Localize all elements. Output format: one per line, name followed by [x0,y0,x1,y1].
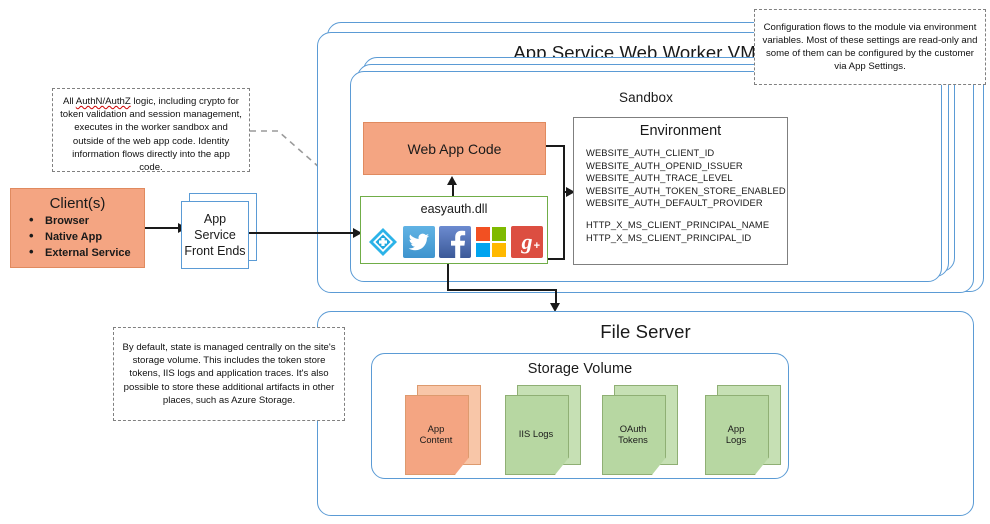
env-var: WEBSITE_AUTH_OPENID_ISSUER [586,159,743,171]
arrow-client-to-frontends-line [145,227,180,229]
artifact-iis-logs: IIS Logs [505,385,585,477]
callout-state: By default, state is managed centrally o… [113,327,345,421]
env-spacer [574,210,787,219]
callout-state-text: By default, state is managed centrally o… [122,341,336,406]
front-ends-box: App Service Front Ends [181,201,249,269]
line-to-fileserver [447,289,557,291]
azure-active-directory-icon [367,226,399,258]
doc-label: OAuth Tokens [602,395,664,473]
callout-auth-logic-rest: logic, including crypto for token valida… [60,96,242,174]
facebook-icon [439,226,471,258]
doc-label: IIS Logs [505,395,567,473]
doc-label-line2: Tokens [618,434,648,445]
client-list: Browser Native App External Service [15,212,140,261]
file-server-title: File Server [600,321,691,342]
line-easyauth-up [563,192,565,260]
callout-auth-logic: All AuthN/AuthZ logic, including crypto … [52,88,250,174]
env-var: WEBSITE_AUTH_DEFAULT_PROVIDER [586,197,763,209]
env-var: HTTP_X_MS_CLIENT_PRINCIPAL_NAME [586,218,770,230]
doc-label-line1: App [427,422,445,434]
env-var: WEBSITE_AUTH_CLIENT_ID [586,147,715,158]
env-var: HTTP_X_MS_CLIENT_PRINCIPAL_ID [586,231,752,243]
easyauth-label: easyauth.dll [420,202,488,216]
web-app-code-label: Web App Code [407,140,502,157]
artifact-app-logs: App Logs [705,385,785,477]
doc-label-line1: App [727,422,745,434]
microsoft-account-icon [475,226,507,258]
authn-authz-underlined: AuthN/AuthZ [75,96,131,107]
doc-label: App Content [405,395,467,473]
twitter-icon [403,226,435,258]
line-webapp-down [563,145,565,192]
list-item-browser: Browser [29,212,140,229]
storage-volume-title: Storage Volume [527,361,633,377]
identity-provider-icons: g + [367,226,543,258]
client-box: Client(s) Browser Native App External Se… [10,188,145,268]
callout-configuration-text: Configuration flows to the module via en… [762,21,978,73]
artifact-oauth-tokens: OAuth Tokens [602,385,682,477]
environment-title: Environment [639,123,722,139]
list-item-native-app: Native App [29,228,140,245]
front-ends-label-line2: Front Ends [184,244,246,258]
environment-box: Environment WEBSITE_AUTH_CLIENT_ID WEBSI… [573,117,788,265]
doc-label-line2: Content [419,434,453,445]
client-title: Client(s) [49,195,106,212]
env-var: WEBSITE_AUTH_TOKEN_STORE_ENABLED [586,184,786,196]
front-ends-label-line1: App Service [194,212,236,242]
doc-label: App Logs [705,395,767,473]
google-plus-icon: g + [511,226,543,258]
arrow-frontends-to-easyauth-line [249,232,357,234]
artifact-app-content: App Content [405,385,485,477]
sandbox-title: Sandbox [619,90,673,105]
web-app-code-box: Web App Code [363,122,546,175]
doc-label-line1: OAuth [619,422,647,434]
doc-label-line1: IIS Logs [518,428,554,440]
doc-label-line2: Logs [725,434,747,445]
line-easyauth-down [447,264,449,291]
callout-auth-logic-text: All AuthN/AuthZ logic, including crypto … [60,96,242,174]
env-var: WEBSITE_AUTH_TRACE_LEVEL [586,172,733,184]
callout-configuration: Configuration flows to the module via en… [754,9,986,85]
arrow-easyauth-to-webapp-head [447,176,457,185]
list-item-external-service: External Service [29,244,140,261]
